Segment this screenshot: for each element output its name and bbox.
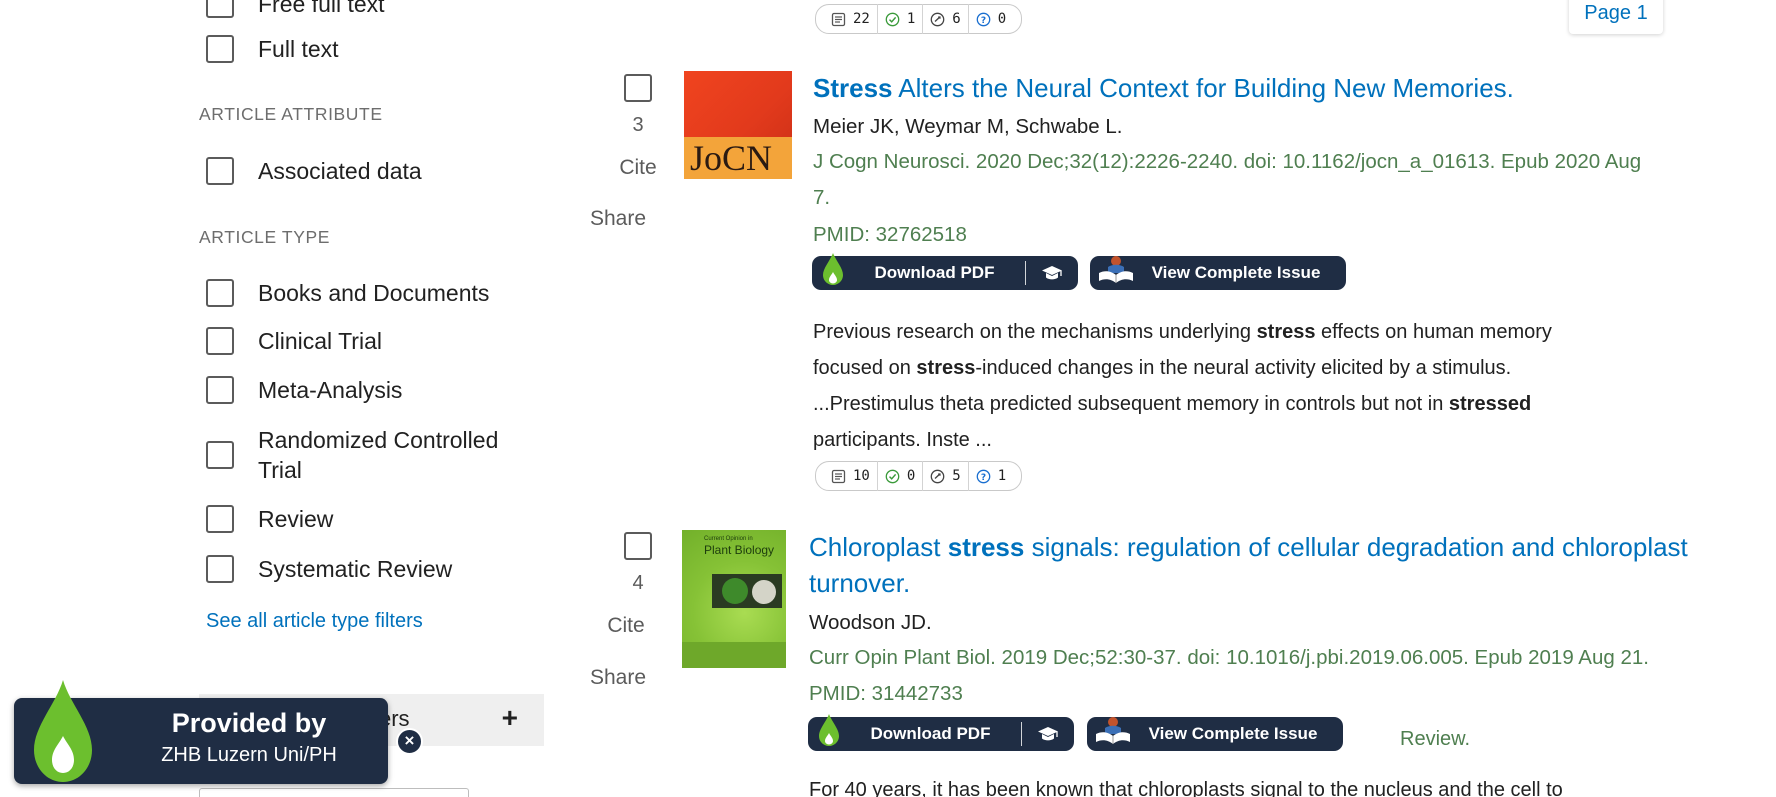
result-pmid: PMID: 32762518 (813, 223, 967, 246)
cite-button[interactable]: Cite (598, 156, 678, 180)
checkbox[interactable] (206, 0, 234, 18)
svg-text:?: ? (981, 473, 986, 483)
question-circle-icon: ? (976, 12, 991, 26)
provided-by-banner[interactable]: Provided by ZHB Luzern Uni/PH (14, 680, 388, 784)
result-citation: J Cogn Neurosci. 2020 Dec;32(12):2226-22… (813, 150, 1642, 209)
comments-count[interactable]: 10 (824, 461, 878, 491)
comment-lines-icon (831, 469, 846, 483)
filter-label: Meta-Analysis (258, 376, 403, 403)
questions-count[interactable]: ? 1 (969, 461, 1013, 491)
result-stats-bar[interactable]: 22 1 6 ? 0 (815, 4, 1023, 34)
filter-label: Full text (258, 35, 339, 62)
result-number: 4 (632, 572, 644, 594)
view-complete-issue-button[interactable]: View Complete Issue (1090, 256, 1346, 290)
filter-label: Books and Documents (258, 279, 490, 306)
filter-label: Systematic Review (258, 555, 453, 582)
check-circle-icon (885, 12, 900, 26)
result-number: 3 (632, 114, 644, 136)
result-title-link[interactable]: Chloroplast stress signals: regulation o… (809, 529, 1689, 601)
question-circle-icon: ? (976, 469, 991, 483)
filter-label: Free full text (258, 0, 385, 17)
divider (1021, 722, 1022, 746)
result-select-checkbox[interactable] (624, 74, 652, 102)
svg-text:?: ? (981, 16, 986, 26)
result-citation: Curr Opin Plant Biol. 2019 Dec;52:30-37.… (809, 646, 1649, 669)
section-heading-article-attribute: ARTICLE ATTRIBUTE (199, 104, 383, 124)
filter-full-text[interactable]: Full text (206, 35, 339, 63)
journal-logo-text: JoCN (690, 138, 773, 178)
section-heading-article-type: ARTICLE TYPE (199, 227, 331, 247)
result-pmid: PMID: 31442733 (809, 682, 963, 705)
result-authors: Woodson JD. (809, 611, 932, 634)
download-pdf-label: Download PDF (874, 263, 995, 282)
checkbox[interactable] (206, 327, 234, 355)
checkbox[interactable] (206, 505, 234, 533)
result-abstract-snippet: Previous research on the mechanisms unde… (813, 321, 1552, 451)
journal-cover-subtitle: Current Opinion in (704, 536, 753, 542)
green-drop-icon (819, 714, 839, 746)
page-indicator[interactable]: Page 1 (1569, 0, 1663, 34)
disputed-count[interactable]: 5 (923, 461, 969, 491)
provided-by-title: Provided by (171, 708, 327, 738)
see-all-article-type-filters-link[interactable]: See all article type filters (206, 610, 423, 633)
open-book-reader-icon (1099, 256, 1133, 283)
close-icon[interactable]: × (396, 728, 423, 755)
download-pdf-button[interactable]: Download PDF (812, 253, 1078, 290)
filter-systematic-review[interactable]: Systematic Review (206, 555, 452, 583)
download-pdf-label: Download PDF (870, 724, 991, 743)
comments-count[interactable]: 22 (824, 4, 878, 34)
supported-count[interactable]: 0 (878, 461, 924, 491)
open-book-reader-icon (1096, 717, 1130, 744)
checkbox[interactable] (206, 279, 234, 307)
view-complete-issue-button[interactable]: View Complete Issue (1087, 717, 1343, 751)
publication-type: Review. (1400, 728, 1471, 750)
journal-cover-thumbnail[interactable]: Current Opinion in Plant Biology (682, 530, 786, 668)
cite-button[interactable]: Cite (586, 614, 666, 638)
checkbox[interactable] (206, 376, 234, 404)
slash-circle-icon (930, 469, 945, 483)
graduation-cap-icon[interactable] (1022, 726, 1074, 742)
filter-review[interactable]: Review (206, 505, 333, 533)
green-drop-icon (34, 680, 92, 782)
result-stats-bar[interactable]: 10 0 5 ? 1 (815, 461, 1023, 491)
checkbox[interactable] (206, 555, 234, 583)
filter-label: Associated data (258, 157, 422, 184)
download-pdf-button[interactable]: Download PDF (808, 714, 1074, 751)
filter-meta-analysis[interactable]: Meta-Analysis (206, 376, 402, 404)
share-button[interactable]: Share (578, 666, 658, 690)
result-authors: Meier JK, Weymar M, Schwabe L. (813, 115, 1123, 138)
filter-associated-data[interactable]: Associated data (206, 157, 422, 185)
checkbox[interactable] (206, 157, 234, 185)
view-complete-issue-label: View Complete Issue (1148, 724, 1318, 743)
check-circle-icon (885, 469, 900, 483)
share-button[interactable]: Share (578, 207, 658, 231)
green-drop-icon (823, 253, 843, 285)
reset-filters-button[interactable] (199, 788, 469, 797)
view-complete-issue-label: View Complete Issue (1151, 263, 1321, 282)
result-title-link[interactable]: Stress Alters the Neural Context for Bui… (813, 70, 1693, 106)
plus-icon: + (501, 702, 518, 733)
journal-cover-thumbnail[interactable]: JoCN (684, 71, 792, 179)
disputed-count[interactable]: 6 (923, 4, 969, 34)
result-select-checkbox[interactable] (624, 532, 652, 560)
checkbox[interactable] (206, 35, 234, 63)
journal-cover-title: Plant Biology (704, 543, 775, 557)
filter-label: Randomized Controlled Trial (258, 427, 499, 483)
graduation-cap-icon[interactable] (1026, 265, 1078, 281)
filter-free-full-text[interactable]: Free full text (206, 0, 385, 18)
filter-clinical-trial[interactable]: Clinical Trial (206, 327, 382, 355)
result-abstract-snippet: For 40 years, it has been known that chl… (809, 779, 1563, 797)
comment-lines-icon (831, 12, 846, 26)
questions-count[interactable]: ? 0 (969, 4, 1013, 34)
filter-books-and-documents[interactable]: Books and Documents (206, 279, 489, 307)
checkbox[interactable] (206, 441, 234, 469)
filter-label: Clinical Trial (258, 327, 382, 354)
provided-by-institution: ZHB Luzern Uni/PH (161, 744, 337, 766)
supported-count[interactable]: 1 (878, 4, 924, 34)
divider (1025, 261, 1026, 285)
filter-randomized-controlled-trial[interactable]: Randomized Controlled Trial (206, 425, 538, 485)
slash-circle-icon (930, 12, 945, 26)
filter-label: Review (258, 505, 334, 532)
